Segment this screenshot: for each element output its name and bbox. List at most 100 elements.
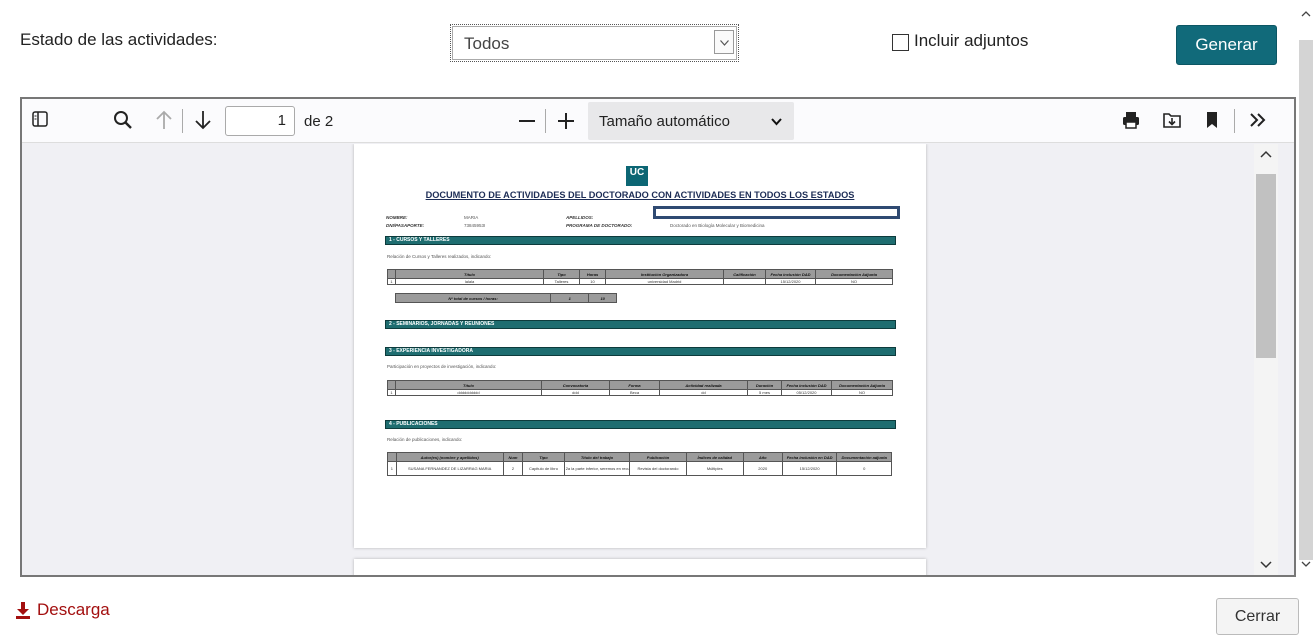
table-header-cell: Convocatoria [541,380,610,390]
status-select[interactable]: Todos [450,24,739,62]
activities-report-dialog: Estado de las actividades: Todos Incluir… [0,0,1315,644]
table-cell: 0 [836,461,892,476]
scroll-up-icon[interactable] [1260,150,1272,158]
table-cell: 5 mes [747,389,782,396]
field-label-programa: PROGRAMA DE DOCTORADO: [566,223,633,228]
table-header-cell: Calificación [723,269,766,279]
arrow-down-icon[interactable] [193,110,213,135]
page-number-input[interactable]: 1 [225,106,295,136]
scroll-down-icon[interactable] [1301,561,1311,568]
pdf-page-1: UC DOCUMENTO DE ACTIVIDADES DEL DOCTORAD… [354,144,926,548]
table-header-cell: Horas [579,269,606,279]
uc-logo: UC [626,166,648,186]
pdf-scrollbar-thumb[interactable] [1256,174,1276,358]
table-header-row: Título Convocatoria Forma Actividad real… [387,380,893,390]
table-header-row: Título Tipo Horas Institución Organizado… [387,269,893,279]
zoom-in-icon[interactable] [556,110,576,135]
field-label-dni: DNI/PASAPORTE: [386,223,425,228]
table-cell: 1 [387,278,396,285]
table-cell: 05/12/2020 [781,389,832,396]
table-header-cell: Año [742,452,783,462]
table-cell: Capitulo de libro [522,461,565,476]
download-label: Descarga [37,600,110,619]
status-select-dropdown-button[interactable] [714,30,734,54]
table-header-cell: Título [395,269,544,279]
scroll-down-icon[interactable] [1260,561,1272,569]
table-header-cell: Fecha inclusión en DAD [781,452,838,462]
table-header-cell: Tipo [543,269,580,279]
status-select-value: Todos [464,34,510,53]
table-cell: SUSANA FERNANDEZ DE LIZARRAG MARIA [395,461,504,476]
dialog-scrollbar-thumb[interactable] [1299,40,1313,560]
save-icon[interactable] [1162,110,1182,135]
section-header: 3 - EXPERIENCIA INVESTIGADORA [385,347,896,356]
field-label-nombre: NOMBRE: [386,215,408,220]
section-intro: Participación en proyectos de investigac… [387,364,497,369]
bookmark-icon[interactable] [1203,110,1221,135]
publications-table: Autor(es) (nombre y apellidos) Num Tipo … [387,452,892,476]
table-header-cell: Tipo [522,452,565,462]
table-cell: NO [815,278,893,285]
table-cell: 2a la parte inferior, seremos en recuerd… [563,461,631,476]
table-cell: 1 [387,389,396,396]
table-cell: dd [659,389,748,396]
pdf-viewport[interactable]: UC DOCUMENTO DE ACTIVIDADES DEL DOCTORAD… [22,144,1294,575]
scroll-up-icon[interactable] [1301,10,1311,17]
courses-total-row: Nº total de cursos / horas: 1 10 [394,293,617,303]
close-button[interactable]: Cerrar [1216,598,1299,635]
pdf-page-2 [354,559,926,575]
table-header-cell: Título [395,380,542,390]
table-header-cell: Fecha inclusión DAD [781,380,832,390]
search-icon[interactable] [113,110,133,135]
redacted-field [653,206,900,219]
courses-table: Título Tipo Horas Institución Organizado… [387,269,893,285]
table-header-cell: Título del trabajo [563,452,631,462]
table-header-cell: Duración [747,380,782,390]
table-header-cell [387,380,396,390]
table-cell: universidad Madrid [605,278,724,285]
table-cell: dddddddddd [395,389,542,396]
chevron-down-icon [771,118,782,126]
field-value-programa: Doctorado en Biología Molecular y Biomed… [670,223,765,228]
table-header-cell: Forma [609,380,660,390]
table-header-cell: Documentación Adjunta [815,269,893,279]
double-chevron-right-icon[interactable] [1248,110,1268,135]
table-cell: NO [831,389,893,396]
print-icon[interactable] [1121,110,1141,135]
arrow-up-icon[interactable] [154,110,174,135]
section-intro: Relación de Cursos y Talleres realizados… [387,254,492,259]
document-title: DOCUMENTO DE ACTIVIDADES DEL DOCTORADO C… [425,190,855,200]
pdf-scrollbar[interactable] [1254,144,1278,575]
table-cell: 15/12/2020 [781,461,838,476]
table-header-cell: Num [502,452,524,462]
table-cell: lalala [395,278,544,285]
table-cell: 2 [502,461,524,476]
pdf-viewer: 1 de 2 Tamaño automático UC DOCUMENTO DE… [20,97,1296,577]
table-header-cell: Publicación [629,452,687,462]
include-attachments-checkbox[interactable] [892,34,909,51]
table-cell: 15/12/2020 [765,278,816,285]
dialog-scrollbar[interactable] [1297,0,1315,577]
zoom-out-icon[interactable] [517,110,537,135]
zoom-select[interactable]: Tamaño automático [588,102,794,140]
table-cell [723,278,766,285]
section-header: 1 - CURSOS Y TALLERES [385,236,896,245]
table-header-cell: Autor(es) (nombre y apellidos) [395,452,504,462]
status-filter-label: Estado de las actividades: [20,30,218,49]
zoom-select-value: Tamaño automático [599,113,730,130]
table-cell: 2020 [742,461,783,476]
table-cell: 1 [387,461,397,476]
toolbar-separator [1234,109,1235,133]
sidebar-toggle-icon[interactable] [31,110,49,133]
research-table: Título Convocatoria Forma Actividad real… [387,380,893,396]
field-value-nombre: MARIA [464,215,479,220]
table-header-cell [387,452,397,462]
table-header-cell: Documentación adjunta [836,452,892,462]
table-cell: 10 [588,293,617,303]
page-count: de 2 [304,113,334,130]
table-cell: 1 [550,293,590,303]
table-cell: Múltiples [685,461,744,476]
generate-button[interactable]: Generar [1176,25,1277,65]
toolbar-separator [182,109,183,133]
dialog-footer: Descarga Cerrar [0,578,1315,644]
